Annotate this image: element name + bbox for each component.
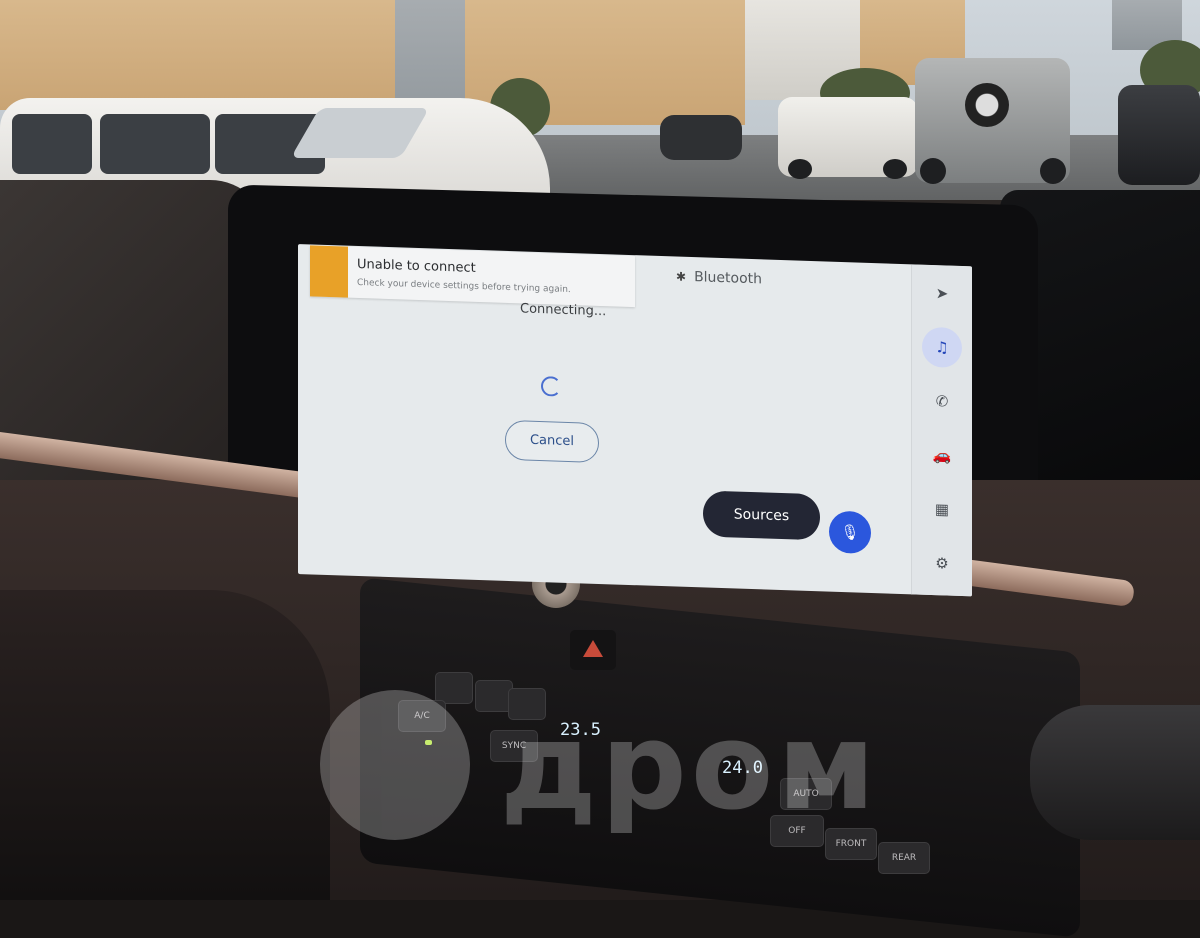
nav-rail: ➤ ♫ ✆ 🚗 ▦ ⚙ [911, 264, 972, 597]
toast-icon-box [310, 245, 348, 298]
toast-message: Check your device settings before trying… [357, 277, 571, 296]
apps-grid-icon[interactable]: ▦ [912, 488, 972, 530]
parked-car [778, 97, 918, 179]
gear-selector[interactable] [1030, 705, 1200, 840]
bluetooth-icon: ✱ [676, 269, 687, 284]
phone-icon[interactable]: ✆ [912, 380, 972, 422]
watermark-text: дром [500, 698, 880, 837]
dashboard-glovebox-area [0, 590, 330, 900]
infotainment-screen: Unable to connect Check your device sett… [298, 244, 972, 597]
suv [915, 58, 1070, 184]
cancel-button[interactable]: Cancel [505, 419, 599, 463]
sources-button[interactable]: Sources [703, 490, 820, 541]
settings-gear-icon[interactable]: ⚙ [912, 542, 972, 584]
hazard-icon [583, 640, 603, 657]
parked-car [660, 115, 742, 160]
navigation-icon[interactable]: ➤ [912, 272, 972, 314]
toast-title: Unable to connect [357, 256, 476, 276]
connection-error-toast[interactable]: Unable to connect Check your device sett… [310, 245, 635, 308]
connecting-status: Connecting... [520, 301, 607, 320]
watermark: дром [320, 690, 910, 850]
loading-spinner-icon [541, 376, 561, 397]
parked-car [1118, 85, 1200, 185]
music-icon[interactable]: ♫ [912, 326, 972, 369]
apartment-building [0, 0, 400, 110]
screen-title: Bluetooth [694, 269, 763, 288]
watermark-logo [320, 690, 470, 840]
microphone-icon[interactable]: 🎙 [829, 510, 871, 555]
screen-header: ✱ Bluetooth [676, 269, 763, 288]
car-icon[interactable]: 🚗 [912, 434, 972, 476]
